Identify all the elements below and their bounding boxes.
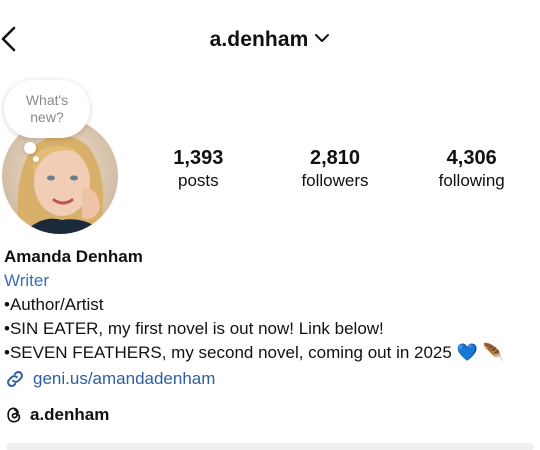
note-bubble-tail xyxy=(24,142,36,154)
threads-icon xyxy=(7,407,21,423)
threads-badge[interactable]: a.denham xyxy=(4,405,109,425)
bio-line-text: •SEVEN FEATHERS, my second novel, coming… xyxy=(4,343,504,362)
posts-count: 1,393 xyxy=(173,147,224,169)
chevron-down-icon xyxy=(314,25,330,49)
profile-category[interactable]: Writer xyxy=(4,269,534,293)
username-switcher[interactable]: a.denham xyxy=(0,28,540,52)
following-count: 4,306 xyxy=(446,147,497,169)
profile-stats: 1,393 posts 2,810 followers 4,306 follow… xyxy=(130,146,540,192)
following-label: following xyxy=(438,171,505,190)
bio-link[interactable]: geni.us/amandadenham xyxy=(4,368,215,390)
action-bar-edge xyxy=(6,443,534,450)
posts-stat[interactable]: 1,393 posts xyxy=(130,146,267,192)
bio-line: •Author/Artist xyxy=(4,295,104,314)
posts-label: posts xyxy=(178,171,219,190)
note-bubble-tail-small xyxy=(33,156,39,162)
link-icon xyxy=(7,371,23,387)
note-text: What's new? xyxy=(25,92,69,125)
display-name: Amanda Denham xyxy=(4,247,143,266)
followers-count: 2,810 xyxy=(309,147,361,169)
profile-username: a.denham xyxy=(209,28,309,51)
following-stat[interactable]: 4,306 following xyxy=(403,146,540,192)
profile-bio: Amanda Denham Writer •Author/Artist •SIN… xyxy=(0,245,534,375)
followers-stat[interactable]: 2,810 followers xyxy=(267,146,404,192)
bio-line-highlighted: •SEVEN FEATHERS, my second novel, coming… xyxy=(0,331,534,375)
bio-line: •SIN EATER, my first novel is out now! L… xyxy=(4,319,384,338)
profile-header: a.denham xyxy=(0,0,540,78)
avatar-area: What's new? xyxy=(0,80,130,234)
note-bubble[interactable]: What's new? xyxy=(4,80,90,138)
bio-link-text: geni.us/amandadenham xyxy=(33,369,216,388)
followers-label: followers xyxy=(301,171,369,190)
threads-handle: a.denham xyxy=(30,405,110,424)
